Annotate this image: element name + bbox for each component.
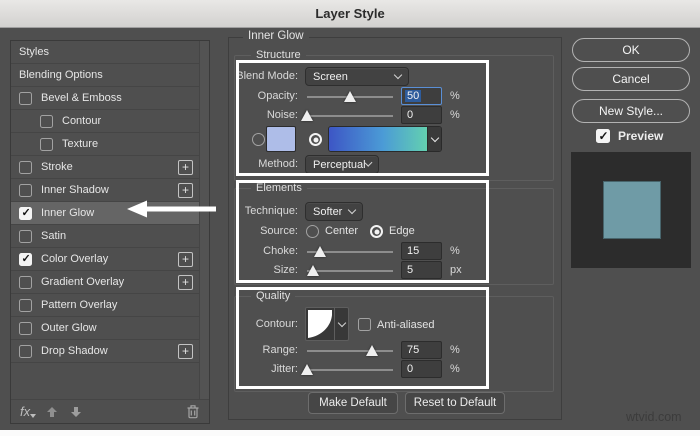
preview-checkbox[interactable]: [596, 129, 610, 143]
pattern-overlay-checkbox[interactable]: [19, 298, 32, 312]
sidebar-item-label: Pattern Overlay: [41, 299, 118, 311]
sidebar-item-label: Blending Options: [19, 69, 103, 81]
delete-effect-icon[interactable]: [186, 404, 200, 419]
sidebar-item-label: Satin: [41, 230, 67, 242]
sidebar-item-blending-options[interactable]: Blending Options: [11, 64, 199, 87]
new-style-button[interactable]: New Style...: [572, 99, 690, 123]
drop-shadow-checkbox[interactable]: [19, 344, 32, 358]
add-stroke-icon[interactable]: +: [178, 159, 193, 175]
sidebar-scrollbar[interactable]: [199, 41, 209, 399]
sidebar-item-satin[interactable]: Satin: [11, 225, 199, 248]
preview-label: Preview: [618, 129, 664, 143]
ok-button[interactable]: OK: [572, 38, 690, 62]
sidebar-item-label: Stroke: [41, 161, 73, 173]
fx-menu-icon[interactable]: fx: [20, 404, 37, 419]
sidebar-item-label: Color Overlay: [41, 253, 109, 265]
add-drop-shadow-icon[interactable]: +: [178, 343, 193, 359]
inner-shadow-checkbox[interactable]: [19, 183, 32, 197]
sidebar-item-texture[interactable]: Texture: [11, 133, 199, 156]
sidebar-item-drop-shadow[interactable]: Drop Shadow +: [11, 340, 199, 363]
sidebar-toolbar: fx: [11, 399, 209, 423]
sidebar-item-label: Inner Shadow: [41, 184, 109, 196]
add-inner-shadow-icon[interactable]: +: [178, 182, 193, 198]
preview-swatch: [603, 181, 661, 239]
contour-checkbox[interactable]: [40, 114, 53, 128]
watermark: wtvid.com: [626, 410, 682, 424]
move-down-icon[interactable]: [70, 406, 82, 418]
sidebar-item-label: Styles: [19, 46, 49, 58]
sidebar-item-inner-shadow[interactable]: Inner Shadow +: [11, 179, 199, 202]
structure-highlight-box: [236, 60, 489, 176]
texture-checkbox[interactable]: [40, 137, 53, 151]
sidebar-item-bevel-emboss[interactable]: Bevel & Emboss: [11, 87, 199, 110]
add-color-overlay-icon[interactable]: +: [178, 251, 193, 267]
elements-highlight-box: [236, 180, 489, 283]
styles-sidebar: Styles Blending Options Bevel & Emboss C…: [10, 40, 210, 424]
sidebar-item-label: Bevel & Emboss: [41, 92, 122, 104]
sidebar-item-label: Texture: [62, 138, 99, 150]
window-title: Layer Style: [315, 6, 385, 21]
sidebar-item-gradient-overlay[interactable]: Gradient Overlay +: [11, 271, 199, 294]
sidebar-item-label: Drop Shadow: [41, 345, 108, 357]
make-default-button[interactable]: Make Default: [308, 392, 398, 414]
sidebar-item-styles[interactable]: Styles: [11, 41, 199, 64]
sidebar-item-outer-glow[interactable]: Outer Glow: [11, 317, 199, 340]
sidebar-item-label: Contour: [62, 115, 102, 127]
panel-title: Inner Glow: [243, 30, 309, 42]
preview-thumbnail: [571, 152, 691, 268]
sidebar-item-pattern-overlay[interactable]: Pattern Overlay: [11, 294, 199, 317]
add-gradient-overlay-icon[interactable]: +: [178, 274, 193, 290]
gradient-overlay-checkbox[interactable]: [19, 275, 32, 289]
reset-to-default-button[interactable]: Reset to Default: [405, 392, 505, 414]
color-overlay-checkbox[interactable]: [19, 252, 32, 266]
window-titlebar: Layer Style: [0, 0, 700, 28]
satin-checkbox[interactable]: [19, 229, 32, 243]
sidebar-item-stroke[interactable]: Stroke +: [11, 156, 199, 179]
inner-glow-checkbox[interactable]: [19, 206, 32, 220]
stroke-checkbox[interactable]: [19, 160, 32, 174]
window-bottom-edge: [0, 430, 700, 436]
cancel-button[interactable]: Cancel: [572, 67, 690, 91]
sidebar-item-contour[interactable]: Contour: [11, 110, 199, 133]
move-up-icon[interactable]: [46, 406, 58, 418]
bevel-emboss-checkbox[interactable]: [19, 91, 32, 105]
sidebar-item-color-overlay[interactable]: Color Overlay +: [11, 248, 199, 271]
sidebar-item-label: Outer Glow: [41, 322, 97, 334]
inner-glow-arrow-annotation: [127, 200, 216, 218]
sidebar-item-label: Inner Glow: [41, 207, 95, 219]
quality-highlight-box: [236, 287, 489, 389]
outer-glow-checkbox[interactable]: [19, 321, 32, 335]
sidebar-item-label: Gradient Overlay: [41, 276, 125, 288]
